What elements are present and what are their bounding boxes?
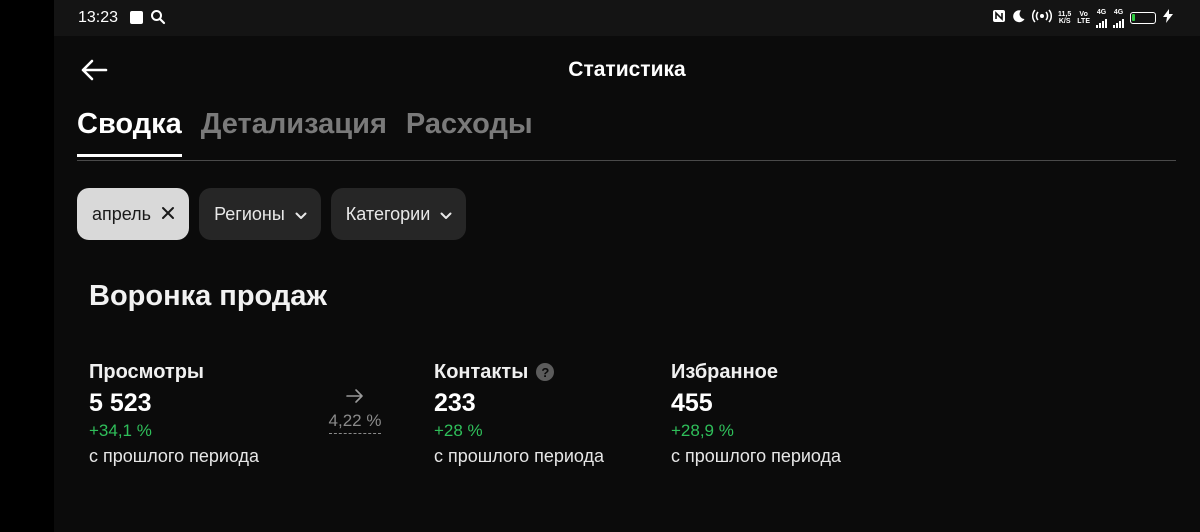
notification-square-icon: [130, 11, 143, 24]
metric-value: 455: [671, 389, 713, 417]
metric-label-text: Избранное: [671, 360, 779, 383]
metric-value: 233: [434, 389, 476, 417]
tab-summary[interactable]: Сводка: [77, 108, 182, 157]
moon-icon: [1012, 9, 1026, 28]
metric-delta: +28 %: [434, 421, 483, 440]
metric-subtitle: с прошлого периода: [89, 446, 260, 466]
volte-indicator: Vo LTE: [1077, 11, 1090, 25]
metric-label: Просмотры: [89, 360, 259, 384]
charging-icon: [1162, 8, 1174, 28]
signal-icon: [1096, 16, 1107, 28]
status-icons: 11,5 K/S Vo LTE 4G 4G: [992, 8, 1174, 28]
sim1-network-label: 4G: [1096, 8, 1107, 16]
chevron-down-icon: [295, 204, 307, 225]
help-icon[interactable]: ?: [536, 363, 555, 381]
sim1-signal: 4G: [1096, 9, 1107, 28]
app-screen: 13:23 11,5 K/S Vo LTE 4G 4G Статистика С…: [54, 0, 1200, 532]
filter-chip-label: Категории: [345, 203, 431, 224]
sim2-signal: 4G: [1113, 9, 1124, 28]
sim2-network-label: 4G: [1113, 8, 1124, 16]
metric-value: 5 523: [89, 389, 152, 417]
conversion-indicator: 4,22 %: [324, 388, 386, 434]
filter-chip-label: Регионы: [214, 203, 285, 224]
nfc-icon: [992, 9, 1006, 28]
hotspot-icon: [1032, 9, 1053, 28]
search-icon: [150, 9, 166, 25]
metric-label: Контакты ?: [434, 360, 604, 384]
metric-label-text: Контакты: [434, 360, 529, 383]
net-speed-unit: K/S: [1058, 18, 1071, 25]
tab-details[interactable]: Детализация: [201, 108, 387, 157]
metric-delta: +34,1 %: [89, 421, 152, 440]
metric-label: Избранное: [671, 360, 841, 384]
filter-chip-categories[interactable]: Категории: [330, 188, 467, 240]
metric-subtitle: с прошлого периода: [671, 446, 842, 466]
metric-label-text: Просмотры: [89, 360, 205, 383]
net-speed: 11,5 K/S: [1058, 11, 1071, 25]
conversion-rate[interactable]: 4,22 %: [328, 411, 382, 434]
battery-icon: [1130, 12, 1156, 24]
tab-expenses[interactable]: Расходы: [406, 108, 533, 157]
metric-subtitle: с прошлого периода: [434, 446, 605, 466]
volte-bottom: LTE: [1077, 18, 1090, 25]
section-title-sales-funnel: Воронка продаж: [89, 280, 327, 312]
arrow-right-icon: [324, 388, 386, 409]
filter-chip-regions[interactable]: Регионы: [199, 188, 321, 240]
metric-delta: +28,9 %: [671, 421, 734, 440]
filter-chip-label: апрель: [92, 203, 152, 224]
metric-contacts: Контакты ? 233 +28 % с прошлого периода: [434, 360, 604, 467]
filter-chip-month[interactable]: апрель: [77, 188, 190, 240]
volte-top: Vo: [1079, 11, 1088, 18]
signal-icon: [1113, 16, 1124, 28]
net-speed-value: 11,5: [1058, 11, 1072, 18]
chevron-down-icon: [440, 204, 452, 225]
page-title: Статистика: [568, 58, 686, 81]
tabs-divider: [77, 160, 1176, 161]
tab-bar: Сводка Детализация Расходы: [77, 108, 533, 157]
close-icon[interactable]: [161, 204, 175, 225]
status-bar: 13:23 11,5 K/S Vo LTE 4G 4G: [54, 0, 1200, 36]
status-time: 13:23: [78, 9, 119, 26]
metric-views: Просмотры 5 523 +34,1 % с прошлого перио…: [89, 360, 259, 467]
metric-favorites: Избранное 455 +28,9 % с прошлого периода: [671, 360, 841, 467]
filter-bar: апрель Регионы Категории: [77, 188, 467, 240]
